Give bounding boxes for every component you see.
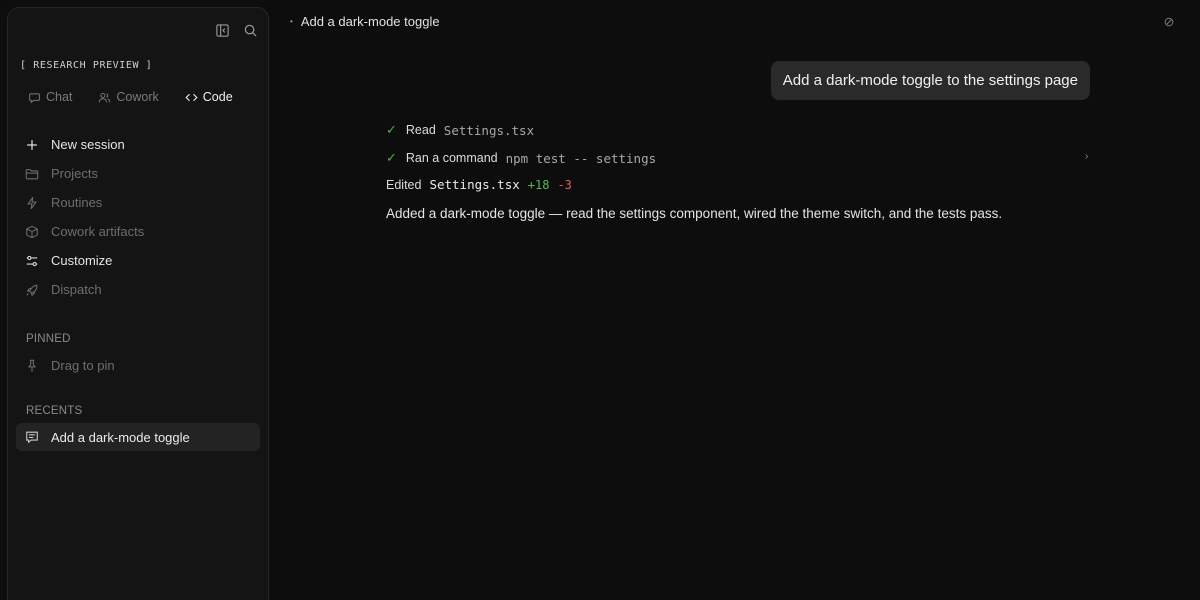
sidebar-top-icons <box>214 22 258 38</box>
plus-icon <box>27 139 37 150</box>
recents-section-label: RECENTS <box>26 405 83 417</box>
new-session-button[interactable]: New session <box>16 130 260 159</box>
lightning-icon <box>27 196 37 209</box>
customize-label: Customize <box>51 253 113 268</box>
recent-session-item[interactable]: Add a dark-mode toggle <box>16 423 260 451</box>
dispatch-label: Dispatch <box>51 282 102 297</box>
check-icon: ✓ <box>386 150 397 165</box>
chat-list-icon <box>26 431 38 444</box>
step-command-text: npm test -- settings <box>505 150 657 166</box>
sidebar-item-dispatch[interactable]: Dispatch <box>16 275 260 304</box>
pin-icon <box>27 359 37 372</box>
people-icon <box>99 92 111 102</box>
cancel-circle-icon[interactable] <box>1164 17 1174 27</box>
lines-added: +18 <box>527 177 550 192</box>
sidebar-item-projects[interactable]: Projects <box>16 159 260 188</box>
sidebar-item-cowork-artifacts[interactable]: Cowork artifacts <box>16 217 260 246</box>
folder-icon <box>25 168 39 179</box>
step-command[interactable]: ✓ Ran a command npm test -- settings <box>386 150 656 166</box>
sidebar-item-routines[interactable]: Routines <box>16 188 260 217</box>
tab-cowork[interactable]: Cowork <box>98 90 159 104</box>
sidebar-item-customize[interactable]: Customize <box>16 246 260 275</box>
tab-chat[interactable]: Chat <box>28 90 72 104</box>
mode-tabs: Chat Cowork Code <box>28 90 259 104</box>
step-read[interactable]: ✓ Read Settings.tsx <box>386 122 534 138</box>
status-dot-icon: • <box>290 17 293 26</box>
session-title[interactable]: Add a dark-mode toggle <box>301 14 440 29</box>
drag-to-pin-item[interactable]: Drag to pin <box>16 351 260 380</box>
sidebar-toggle-icon[interactable] <box>214 22 230 38</box>
user-message-bubble: Add a dark-mode toggle to the settings p… <box>770 61 1090 100</box>
tab-code-label: Code <box>202 90 233 104</box>
routines-label: Routines <box>51 195 103 210</box>
pinned-section-label: PINNED <box>26 333 71 345</box>
step-command-action: Ran a command <box>405 151 498 165</box>
assistant-summary: Added a dark-mode toggle — read the sett… <box>386 206 1003 221</box>
step-edited[interactable]: Edited Settings.tsx +18 -3 <box>386 177 572 192</box>
chat-bubble-icon <box>29 92 40 103</box>
edited-action: Edited <box>386 177 422 192</box>
projects-label: Projects <box>51 166 98 181</box>
cowork-artifacts-label: Cowork artifacts <box>51 224 145 239</box>
user-message-text: Add a dark-mode toggle to the settings p… <box>782 72 1078 89</box>
search-icon[interactable] <box>242 22 258 38</box>
cube-icon <box>26 225 38 238</box>
tab-cowork-label: Cowork <box>116 90 159 104</box>
session-header: • Add a dark-mode toggle <box>290 14 440 29</box>
step-read-action: Read <box>405 123 436 137</box>
edited-file: Settings.tsx <box>429 177 520 192</box>
chevron-right-icon[interactable]: › <box>1085 151 1088 162</box>
step-read-file: Settings.tsx <box>443 122 535 138</box>
check-icon: ✓ <box>386 122 397 137</box>
new-session-label: New session <box>51 137 125 152</box>
code-brackets-icon <box>185 93 198 101</box>
drag-to-pin-label: Drag to pin <box>51 358 115 373</box>
sidebar-nav: New session Projects Routines Cowork art… <box>16 130 260 304</box>
tab-chat-label: Chat <box>46 90 73 104</box>
tab-code[interactable]: Code <box>185 90 233 104</box>
recent-session-label: Add a dark-mode toggle <box>51 429 190 445</box>
sliders-icon <box>26 255 38 266</box>
research-preview-label: [ RESEARCH PREVIEW ] <box>20 60 153 71</box>
lines-removed: -3 <box>557 177 572 192</box>
rocket-icon <box>26 284 38 296</box>
